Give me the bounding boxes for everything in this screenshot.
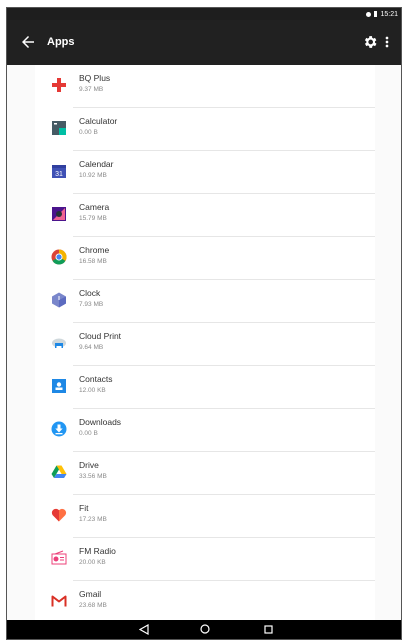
list-item[interactable]: Camera 15.79 MB xyxy=(35,194,375,237)
app-name: Cloud Print xyxy=(79,331,122,341)
gmail-icon xyxy=(51,595,67,607)
notification-dot-icon xyxy=(366,11,372,17)
back-arrow-icon[interactable] xyxy=(19,33,37,51)
app-name: Gmail xyxy=(79,589,102,599)
svg-text:31: 31 xyxy=(55,171,63,178)
chrome-icon xyxy=(51,249,67,265)
status-time: 15:21 xyxy=(380,10,398,18)
app-size: 20.00 KB xyxy=(79,559,106,566)
app-name: Calendar xyxy=(79,159,114,169)
app-name: Chrome xyxy=(79,245,110,255)
app-size: 0.00 B xyxy=(79,129,98,136)
app-size: 33.56 MB xyxy=(79,473,107,480)
app-bar: Apps xyxy=(7,20,401,65)
list-item[interactable]: Gmail 23.68 MB xyxy=(35,581,375,620)
app-list-container: BQ Plus 9.37 MB Calculator 0.00 B 31 Cal… xyxy=(7,65,401,620)
app-name: BQ Plus xyxy=(79,73,111,83)
list-item[interactable]: BQ Plus 9.37 MB xyxy=(35,65,375,108)
drive-icon xyxy=(51,465,67,478)
app-size: 9.64 MB xyxy=(79,344,104,351)
list-item[interactable]: Drive 33.56 MB xyxy=(35,452,375,495)
app-name: FM Radio xyxy=(79,546,116,556)
fit-icon xyxy=(51,508,67,522)
calculator-icon xyxy=(52,121,66,135)
fm-radio-icon xyxy=(51,550,67,565)
nav-back-icon[interactable] xyxy=(139,624,149,635)
nav-home-icon[interactable] xyxy=(200,624,210,634)
app-size: 10.92 MB xyxy=(79,172,107,179)
app-size: 15.79 MB xyxy=(79,215,107,222)
app-list: BQ Plus 9.37 MB Calculator 0.00 B 31 Cal… xyxy=(35,65,375,620)
list-item[interactable]: FM Radio 20.00 KB xyxy=(35,538,375,581)
app-name: Fit xyxy=(79,503,89,513)
app-name: Clock xyxy=(79,288,101,298)
camera-icon xyxy=(52,207,66,221)
status-bar: 15:21 xyxy=(7,8,401,20)
battery-icon xyxy=(374,11,378,17)
calendar-icon: 31 xyxy=(52,165,66,178)
list-item[interactable]: 31 Calendar 10.92 MB xyxy=(35,151,375,194)
app-size: 9.37 MB xyxy=(79,86,104,93)
app-name: Camera xyxy=(79,202,110,212)
device-frame: 15:21 Apps BQ Plus 9.37 MB Calculator 0.… xyxy=(6,7,402,640)
nav-recent-apps-icon[interactable] xyxy=(264,625,273,634)
list-item[interactable]: Fit 17.23 MB xyxy=(35,495,375,538)
navigation-bar xyxy=(7,620,401,639)
bq-plus-icon xyxy=(52,78,66,92)
list-item[interactable]: Contacts 12.00 KB xyxy=(35,366,375,409)
gear-icon[interactable] xyxy=(362,34,378,50)
app-size: 0.00 B xyxy=(79,430,98,437)
list-item[interactable]: Calculator 0.00 B xyxy=(35,108,375,151)
more-vert-icon[interactable] xyxy=(383,34,391,50)
contacts-icon xyxy=(52,379,66,393)
app-name: Drive xyxy=(79,460,99,470)
list-item[interactable]: Downloads 0.00 B xyxy=(35,409,375,452)
app-name: Calculator xyxy=(79,116,118,126)
app-size: 12.00 KB xyxy=(79,387,106,394)
list-item[interactable]: Chrome 16.58 MB xyxy=(35,237,375,280)
app-size: 7.93 MB xyxy=(79,301,104,308)
app-name: Contacts xyxy=(79,374,113,384)
app-size: 17.23 MB xyxy=(79,516,107,523)
list-item[interactable]: Clock 7.93 MB xyxy=(35,280,375,323)
list-item[interactable]: Cloud Print 9.64 MB xyxy=(35,323,375,366)
app-name: Downloads xyxy=(79,417,122,427)
downloads-icon xyxy=(51,421,67,437)
clock-icon xyxy=(52,292,66,308)
page-title: Apps xyxy=(47,36,75,48)
cloud-print-icon xyxy=(52,338,66,349)
app-size: 23.68 MB xyxy=(79,602,107,609)
app-size: 16.58 MB xyxy=(79,258,107,265)
